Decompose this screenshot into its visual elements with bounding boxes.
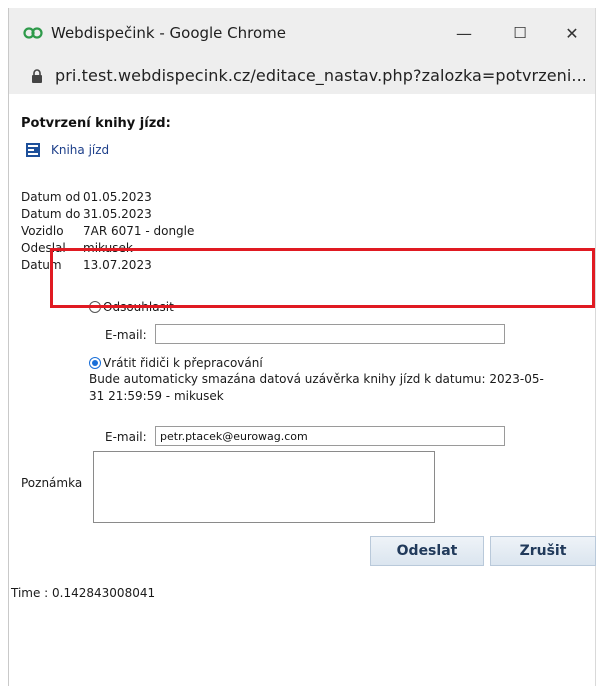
notice-line-1: Bude automaticky smazána datová uzávěrka…: [89, 372, 544, 386]
info-value: 7AR 6071 - dongle: [83, 224, 195, 238]
email-input-disapprove[interactable]: [155, 324, 505, 344]
note-label: Poznámka: [21, 476, 83, 490]
info-label: Vozidlo: [21, 224, 64, 238]
send-button[interactable]: Odeslat: [370, 536, 484, 566]
lock-icon: [32, 69, 42, 83]
info-row: Vozidlo 7AR 6071 - dongle: [21, 224, 194, 241]
radio-return[interactable]: [89, 357, 101, 369]
notice-text: Bude automaticky smazána datová uzávěrka…: [89, 371, 544, 405]
info-value: 01.05.2023: [83, 190, 152, 204]
info-value: mikusek: [83, 241, 133, 255]
app-logo-icon: [23, 27, 43, 39]
info-value: 31.05.2023: [83, 207, 152, 221]
maximize-button[interactable]: ☐: [505, 20, 535, 46]
option-return-label: Vrátit řidiči k přepracování: [103, 356, 263, 370]
cancel-button[interactable]: Zrušit: [490, 536, 596, 566]
close-button[interactable]: ✕: [557, 20, 587, 46]
address-bar: pri.test.webdispecink.cz/editace_nastav.…: [9, 58, 595, 94]
info-row: Datum 13.07.2023: [21, 258, 194, 275]
book-icon: [26, 143, 40, 157]
email-label: E-mail:: [105, 430, 147, 444]
note-textarea[interactable]: [93, 451, 435, 523]
email-label: E-mail:: [105, 328, 147, 342]
page-title: Potvrzení knihy jízd:: [21, 116, 171, 131]
info-value: 13.07.2023: [83, 258, 152, 272]
time-readout: Time : 0.142843008041: [11, 586, 156, 600]
email-input-return[interactable]: [155, 426, 505, 446]
info-label: Datum: [21, 258, 62, 272]
option-return[interactable]: Vrátit řidiči k přepracování: [89, 356, 263, 370]
info-label: Odeslal: [21, 241, 66, 255]
minimize-button[interactable]: —: [449, 20, 479, 46]
info-label: Datum do: [21, 207, 81, 221]
option-disapprove[interactable]: Odsouhlasit: [89, 300, 174, 314]
window-title: Webdispečink - Google Chrome: [51, 24, 287, 42]
info-table: Datum od 01.05.2023 Datum do 31.05.2023 …: [21, 190, 194, 275]
radio-disapprove[interactable]: [89, 301, 101, 313]
url-text[interactable]: pri.test.webdispecink.cz/editace_nastav.…: [55, 66, 585, 85]
dialog-content: Potvrzení knihy jízd: Kniha jízd Datum o…: [9, 94, 596, 686]
title-bar: Webdispečink - Google Chrome — ☐ ✕: [9, 8, 595, 58]
info-row: Odeslal mikusek: [21, 241, 194, 258]
info-label: Datum od: [21, 190, 81, 204]
notice-line-2: 31 21:59:59 - mikusek: [89, 389, 224, 403]
browser-window: Webdispečink - Google Chrome — ☐ ✕ pri.t…: [8, 8, 596, 686]
book-link[interactable]: Kniha jízd: [51, 143, 109, 157]
book-link-row[interactable]: Kniha jízd: [25, 142, 109, 158]
option-disapprove-label: Odsouhlasit: [103, 300, 174, 314]
info-row: Datum od 01.05.2023: [21, 190, 194, 207]
info-row: Datum do 31.05.2023: [21, 207, 194, 224]
